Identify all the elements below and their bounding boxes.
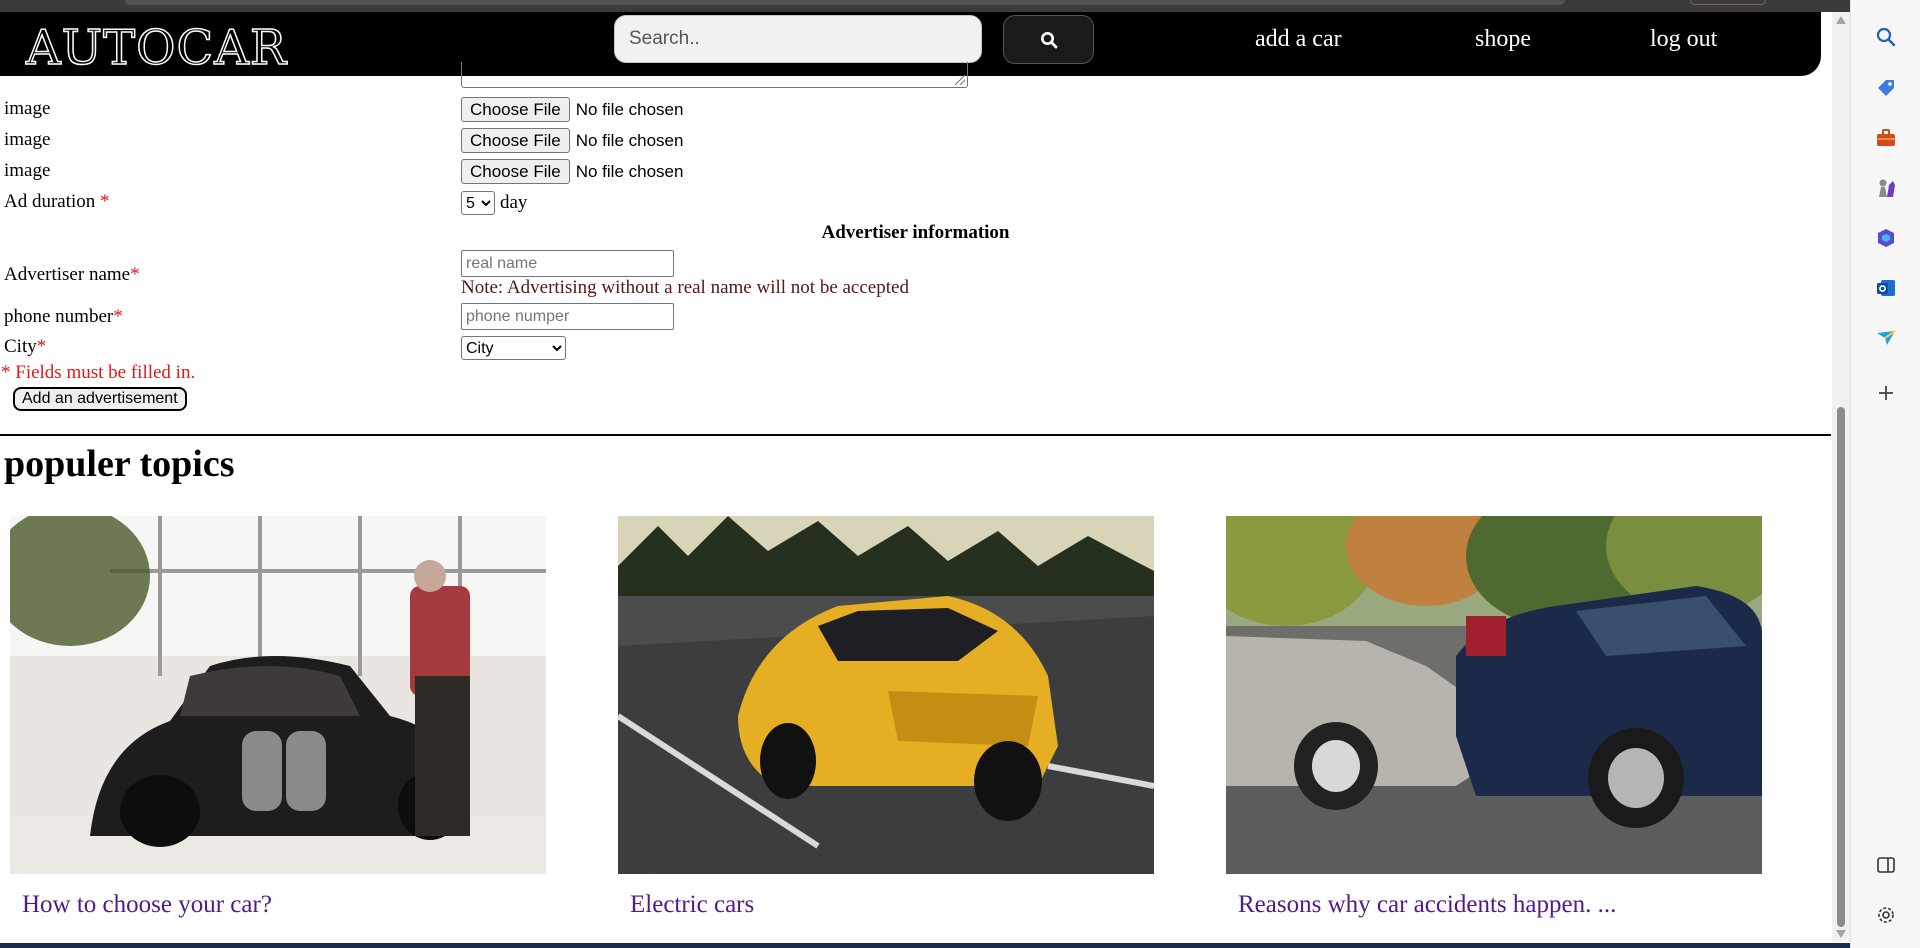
topic-caption[interactable]: Reasons why car accidents happen. ...	[1238, 891, 1616, 919]
plus-icon[interactable]	[1874, 381, 1898, 405]
tag-icon[interactable]	[1874, 76, 1898, 100]
outlook-icon[interactable]	[1874, 276, 1898, 300]
phone-input[interactable]	[461, 303, 674, 330]
image-file-input: Choose File No file chosen	[461, 128, 683, 153]
phone-label: phone number*	[4, 306, 123, 328]
add-advertisement-button[interactable]: Add an advertisement	[13, 387, 187, 411]
image-label: image	[4, 160, 51, 181]
topic-card[interactable]: How to choose your car?	[10, 516, 546, 918]
ad-duration-control: 5 day	[461, 191, 527, 215]
resize-grip[interactable]	[955, 75, 965, 85]
scroll-up-arrow[interactable]	[1836, 16, 1846, 24]
phone-text: phone number	[4, 306, 114, 327]
electric-car-image[interactable]	[618, 516, 1154, 874]
popular-topics-title: populer topics	[4, 443, 235, 485]
briefcase-icon[interactable]	[1874, 126, 1898, 150]
image-label: image	[4, 129, 51, 150]
ad-duration-text: Ad duration	[4, 191, 101, 212]
chess-icon[interactable]	[1874, 176, 1898, 200]
ad-duration-select[interactable]: 5	[461, 191, 495, 215]
image-file-input: Choose File No file chosen	[461, 97, 683, 122]
topic-card[interactable]: Reasons why car accidents happen. ...	[1226, 516, 1762, 918]
image-file-input: Choose File No file chosen	[461, 159, 683, 184]
advertiser-section-heading: Advertiser information	[821, 222, 1010, 243]
send-icon[interactable]	[1874, 326, 1898, 350]
browser-sidebar	[1850, 0, 1920, 948]
ad-duration-unit: day	[500, 192, 528, 213]
split-view-icon[interactable]	[1874, 853, 1898, 877]
file-status: No file chosen	[575, 161, 684, 181]
taskbar-edge	[0, 943, 1850, 948]
nav-shop-link[interactable]: shope	[1475, 26, 1531, 53]
topic-card[interactable]: Electric cars	[618, 516, 1154, 918]
required-mark: *	[130, 264, 140, 285]
city-select[interactable]: City	[461, 336, 566, 360]
scroll-down-arrow[interactable]	[1836, 930, 1846, 938]
car-accident-image[interactable]	[1226, 516, 1762, 874]
browser-tab-strip	[0, 0, 1850, 12]
choose-file-button[interactable]: Choose File	[461, 97, 570, 122]
search-button[interactable]	[1003, 15, 1094, 64]
search-icon	[1040, 31, 1057, 48]
address-bar[interactable]	[125, 0, 1565, 5]
description-textarea[interactable]	[461, 62, 968, 88]
search-input[interactable]	[614, 15, 982, 63]
scroll-thumb[interactable]	[1837, 407, 1845, 927]
nav-add-car-link[interactable]: add a car	[1255, 26, 1342, 53]
advertiser-name-input[interactable]	[461, 250, 674, 277]
browser-button[interactable]	[1690, 0, 1766, 5]
advertiser-name-text: Advertiser name	[4, 264, 131, 285]
file-status: No file chosen	[575, 130, 684, 150]
topic-caption[interactable]: How to choose your car?	[22, 891, 272, 919]
required-fields-note: * Fields must be filled in.	[1, 362, 196, 383]
choose-file-button[interactable]: Choose File	[461, 128, 570, 153]
choose-file-button[interactable]: Choose File	[461, 159, 570, 184]
image-label: image	[4, 98, 51, 119]
settings-icon[interactable]	[1874, 903, 1898, 927]
city-label: City*	[4, 336, 46, 358]
site-logo[interactable]: AUTOCAR	[25, 23, 287, 73]
required-mark: *	[36, 336, 47, 357]
ad-duration-label: Ad duration *	[4, 191, 110, 213]
required-mark: *	[113, 306, 123, 327]
page-scrollbar[interactable]	[1832, 12, 1850, 942]
topic-caption[interactable]: Electric cars	[630, 891, 754, 919]
copilot-icon[interactable]	[1874, 226, 1898, 250]
nav-logout-link[interactable]: log out	[1650, 26, 1717, 53]
real-name-note: Note: Advertising without a real name wi…	[461, 277, 909, 298]
city-text: City	[4, 336, 37, 357]
search-icon[interactable]	[1874, 25, 1898, 49]
showroom-car-image[interactable]	[10, 516, 546, 874]
advertiser-name-label: Advertiser name*	[4, 264, 140, 286]
required-mark: *	[100, 191, 110, 212]
file-status: No file chosen	[575, 99, 684, 119]
section-divider	[0, 434, 1831, 436]
